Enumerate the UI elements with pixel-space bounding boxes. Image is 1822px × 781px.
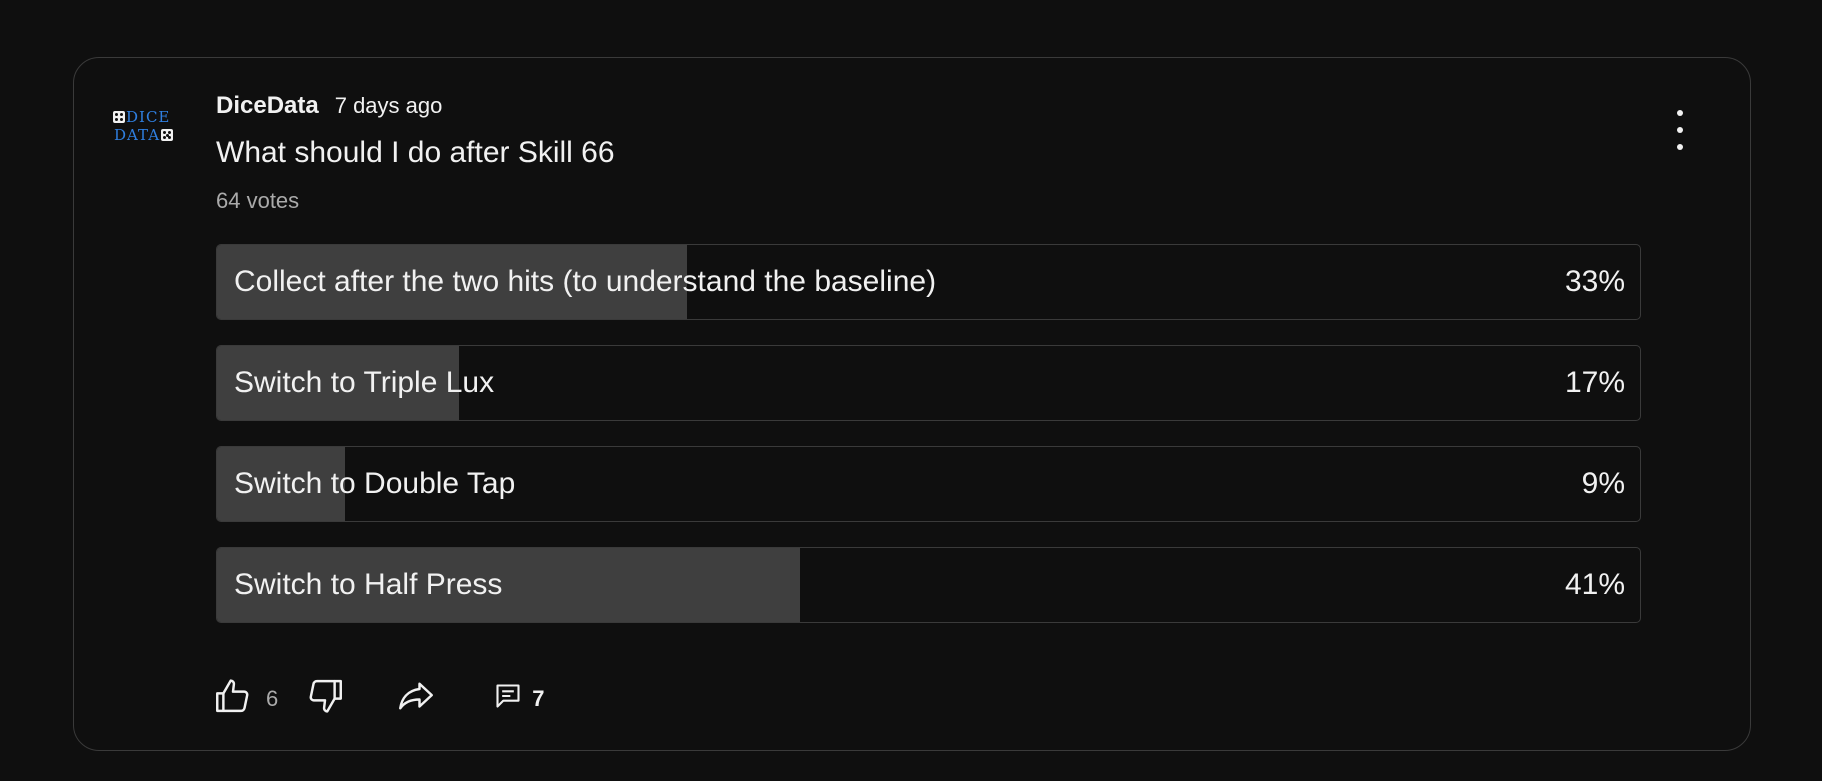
more-vert-icon[interactable]: [1668, 110, 1692, 150]
share-icon: [394, 675, 438, 722]
thumbs-up-icon: [212, 675, 254, 722]
avatar-text-line1: DICE: [126, 108, 171, 126]
dislike-button[interactable]: [304, 675, 346, 722]
comment-count: 7: [532, 685, 545, 711]
poll-option[interactable]: Collect after the two hits (to understan…: [216, 244, 1641, 320]
share-button[interactable]: [394, 675, 438, 722]
post-header: DiceData 7 days ago: [216, 92, 442, 120]
poll-option-percent: 41%: [1564, 568, 1625, 601]
poll-option[interactable]: Switch to Double Tap 9%: [216, 446, 1641, 522]
poll-option-label: Switch to Double Tap: [234, 467, 516, 500]
author-name[interactable]: DiceData: [216, 92, 319, 120]
comment-icon: [494, 682, 522, 715]
comments-button[interactable]: 7: [494, 682, 545, 715]
poll-option[interactable]: Switch to Half Press 41%: [216, 547, 1641, 623]
poll-option-label: Collect after the two hits (to understan…: [234, 265, 937, 298]
dice-icon: [161, 129, 174, 141]
poll-options: Collect after the two hits (to understan…: [216, 244, 1641, 648]
post-timestamp[interactable]: 7 days ago: [335, 93, 443, 119]
poll-question: What should I do after Skill 66: [216, 136, 615, 169]
dice-icon: [113, 111, 125, 123]
channel-avatar[interactable]: DICE DATA: [112, 108, 182, 148]
poll-option-label: Switch to Half Press: [234, 568, 503, 601]
poll-option-percent: 17%: [1564, 366, 1625, 399]
poll-option-label: Switch to Triple Lux: [234, 366, 495, 399]
poll-option[interactable]: Switch to Triple Lux 17%: [216, 345, 1641, 421]
poll-option-percent: 33%: [1564, 265, 1625, 298]
like-count: 6: [266, 685, 279, 711]
thumbs-down-icon: [304, 675, 346, 722]
avatar-text-line2: DATA: [114, 126, 161, 144]
vote-count: 64 votes: [216, 188, 300, 213]
action-bar: 6 7: [212, 675, 545, 722]
like-button[interactable]: 6: [212, 675, 278, 722]
poll-option-percent: 9%: [1581, 467, 1625, 500]
